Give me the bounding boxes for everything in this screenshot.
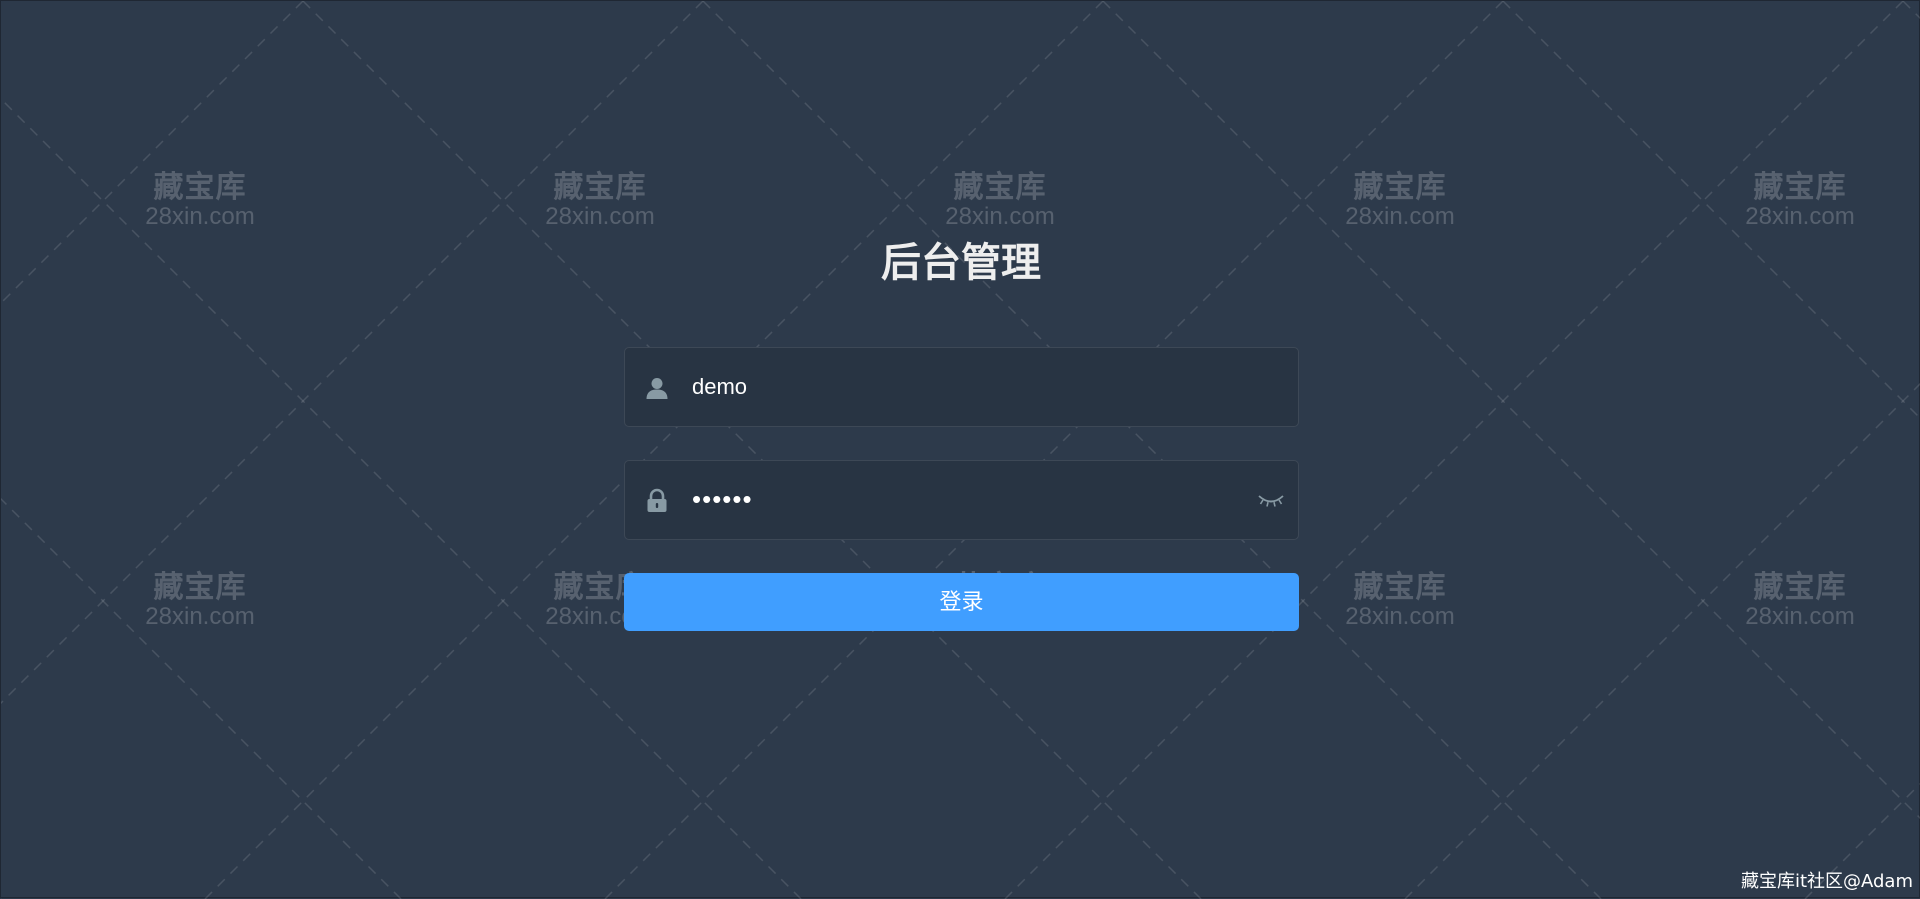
watermark-line bbox=[1, 1, 304, 305]
watermark-line bbox=[1902, 1, 1920, 20]
watermark-tile: 藏宝库28xin.com bbox=[545, 170, 655, 230]
watermark-tile: 藏宝库28xin.com bbox=[1745, 170, 1855, 230]
watermark-line bbox=[604, 1, 1504, 899]
watermark-tile: 藏宝库28xin.com bbox=[1345, 570, 1455, 630]
watermark-tile: 藏宝库28xin.com bbox=[1345, 170, 1455, 230]
watermark-line bbox=[1404, 382, 1920, 899]
login-page: 藏宝库 28xin.com 藏宝库 28xin.com 藏宝库 28xin.com 藏… bbox=[0, 0, 1920, 899]
watermark-lines bbox=[1, 1, 1920, 899]
eye-closed-icon[interactable] bbox=[1256, 489, 1286, 511]
login-button[interactable]: 登录 bbox=[624, 573, 1299, 631]
page-title: 后台管理 bbox=[881, 240, 1041, 286]
watermark-line bbox=[1004, 1, 1904, 899]
watermark-tile: 藏宝库28xin.com bbox=[945, 170, 1055, 230]
watermark-line bbox=[702, 1, 1602, 899]
password-value[interactable]: •••••• bbox=[692, 461, 753, 539]
watermark-line bbox=[1804, 782, 1920, 899]
watermark-line bbox=[302, 1, 1202, 899]
watermark-tile: 藏宝库28xin.com bbox=[145, 570, 255, 630]
watermark-line bbox=[1, 497, 402, 899]
watermark-line bbox=[1102, 1, 1920, 820]
watermark-line bbox=[1, 97, 802, 899]
lock-icon bbox=[647, 488, 667, 512]
user-icon bbox=[646, 378, 668, 399]
watermark-tile: 藏宝库28xin.com bbox=[145, 170, 255, 230]
watermark-line bbox=[204, 1, 1104, 899]
footer-credit: 藏宝库it社区@Adam bbox=[1740, 871, 1913, 892]
password-field[interactable]: •••••• bbox=[624, 460, 1299, 540]
watermark-line bbox=[1502, 1, 1920, 420]
username-value[interactable]: demo bbox=[692, 348, 747, 426]
watermark-tile: 藏宝库28xin.com bbox=[1745, 570, 1855, 630]
watermark-line bbox=[1, 1, 704, 705]
username-field[interactable]: demo bbox=[624, 347, 1299, 427]
